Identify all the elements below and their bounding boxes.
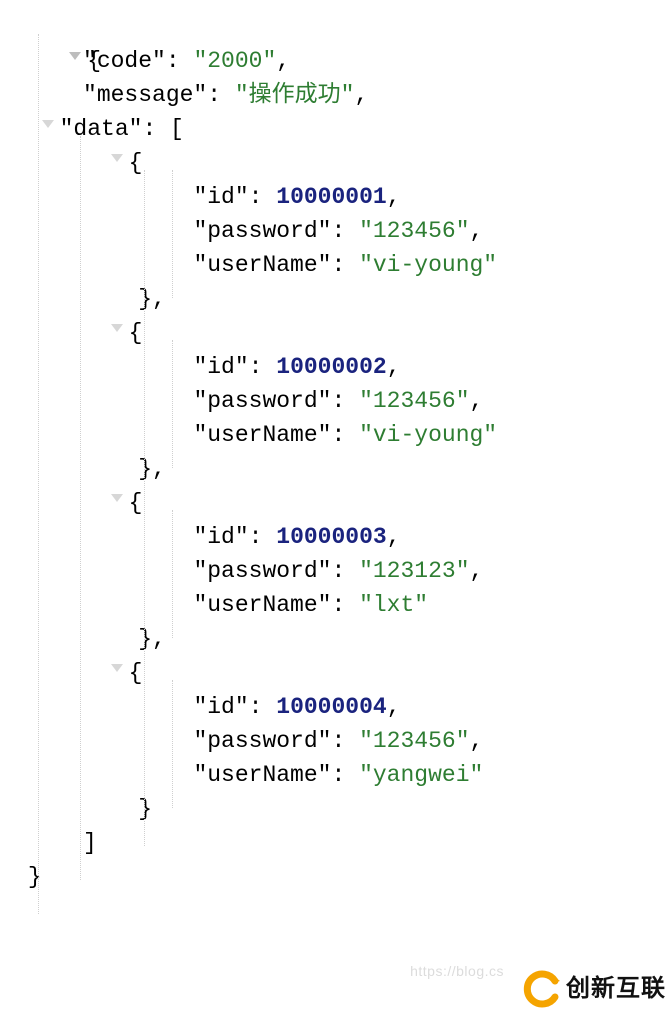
json-line: },: [14, 622, 662, 656]
json-key: "password": [193, 388, 331, 414]
json-line: "data": [: [14, 112, 662, 146]
json-string: "yangwei": [359, 762, 483, 788]
json-line: "userName": "vi-young": [14, 248, 662, 282]
brace-open: {: [129, 150, 143, 176]
json-string: "123456": [359, 388, 469, 414]
json-line: "id": 10000002,: [14, 350, 662, 384]
json-number: 10000001: [276, 184, 386, 210]
json-string: "123123": [359, 558, 469, 584]
chevron-down-icon[interactable]: [111, 154, 123, 162]
json-number: 10000002: [276, 354, 386, 380]
json-line: "id": 10000003,: [14, 520, 662, 554]
json-key: "code": [83, 48, 166, 74]
json-line: "message": "操作成功",: [14, 78, 662, 112]
json-key: "data": [60, 116, 143, 142]
brand-name: 创新互联: [566, 972, 666, 1006]
json-line: "userName": "vi-young": [14, 418, 662, 452]
brace-close: }: [138, 456, 152, 482]
json-line: "id": 10000004,: [14, 690, 662, 724]
json-line: "id": 10000001,: [14, 180, 662, 214]
json-line: {: [14, 656, 662, 690]
chevron-down-icon[interactable]: [111, 664, 123, 672]
json-line: "password": "123456",: [14, 214, 662, 248]
json-string: "操作成功": [235, 82, 355, 108]
json-number: 10000004: [276, 694, 386, 720]
json-line: "password": "123456",: [14, 724, 662, 758]
json-line: ]: [14, 826, 662, 860]
json-line: },: [14, 452, 662, 486]
brace-open: {: [129, 660, 143, 686]
json-line: {: [14, 316, 662, 350]
json-line: {: [14, 486, 662, 520]
json-key: "userName": [193, 422, 331, 448]
brace-open: {: [129, 490, 143, 516]
json-string: "vi-young": [359, 422, 497, 448]
chevron-down-icon[interactable]: [42, 120, 54, 128]
brand-logo: 创新互联: [518, 962, 672, 1016]
json-string: "vi-young": [359, 252, 497, 278]
json-line: "password": "123123",: [14, 554, 662, 588]
json-string: "2000": [193, 48, 276, 74]
brace-close: }: [138, 796, 152, 822]
json-string: "lxt": [359, 592, 428, 618]
brace-close: }: [138, 286, 152, 312]
json-string: "123456": [359, 218, 469, 244]
json-line: {: [14, 146, 662, 180]
json-key: "password": [193, 728, 331, 754]
json-line: }: [14, 860, 662, 894]
json-key: "id": [193, 354, 248, 380]
json-line: "password": "123456",: [14, 384, 662, 418]
json-line: {: [14, 10, 662, 44]
json-line: "userName": "yangwei": [14, 758, 662, 792]
bracket-close: ]: [83, 830, 97, 856]
json-key: "password": [193, 218, 331, 244]
brace-open: {: [129, 320, 143, 346]
json-key: "password": [193, 558, 331, 584]
brace-close: }: [28, 864, 42, 890]
chevron-down-icon[interactable]: [111, 494, 123, 502]
brace-close: }: [138, 626, 152, 652]
json-key: "userName": [193, 762, 331, 788]
json-number: 10000003: [276, 524, 386, 550]
json-line: "code": "2000",: [14, 44, 662, 78]
chevron-down-icon[interactable]: [111, 324, 123, 332]
bracket-open: [: [170, 116, 184, 142]
json-viewer: { "code": "2000", "message": "操作成功", "da…: [14, 10, 662, 894]
json-key: "message": [83, 82, 207, 108]
json-key: "id": [193, 694, 248, 720]
json-line: },: [14, 282, 662, 316]
json-key: "id": [193, 184, 248, 210]
json-key: "userName": [193, 252, 331, 278]
json-key: "id": [193, 524, 248, 550]
json-string: "123456": [359, 728, 469, 754]
json-key: "userName": [193, 592, 331, 618]
json-line: }: [14, 792, 662, 826]
json-line: "userName": "lxt": [14, 588, 662, 622]
watermark-url: https://blog.cs: [410, 954, 504, 988]
logo-icon: [522, 969, 562, 1009]
